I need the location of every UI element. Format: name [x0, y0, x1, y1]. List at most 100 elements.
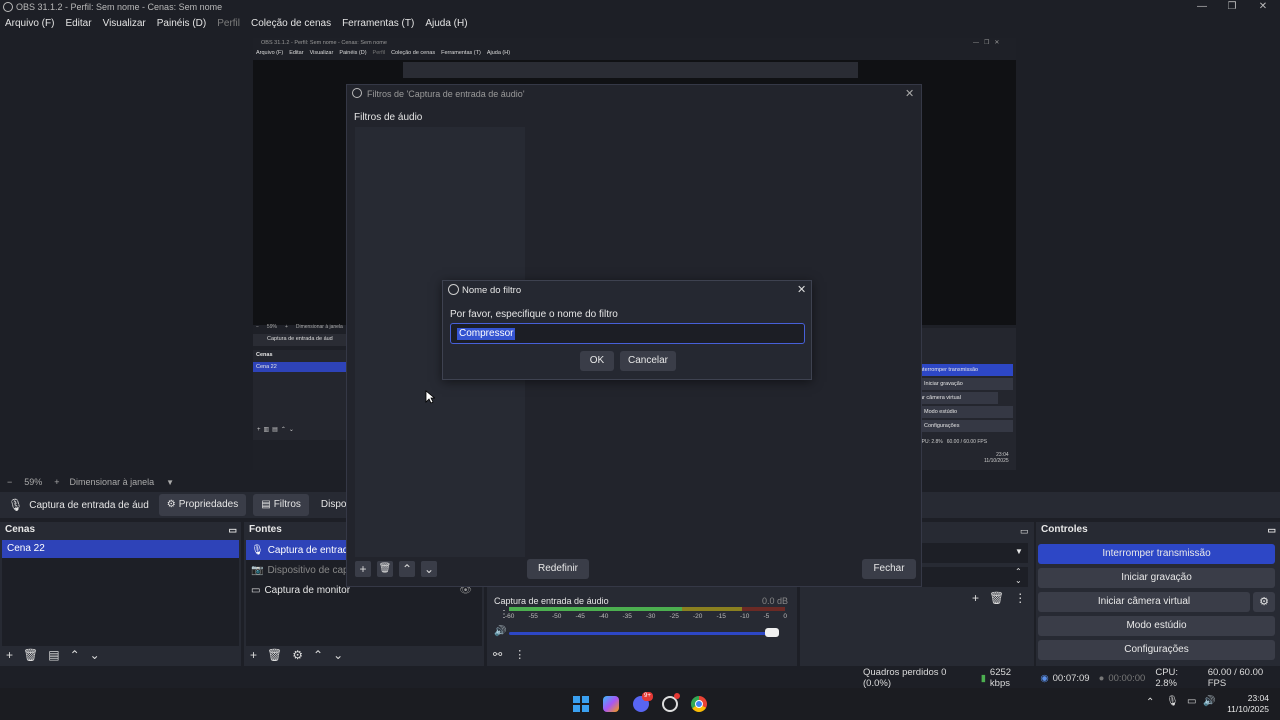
status-bar: Quadros perdidos 0 (0.0%) ▮ 6252 kbps ◉ … [0, 667, 1280, 689]
start-recording-button[interactable]: Iniciar gravação [1038, 568, 1275, 588]
settings-button[interactable]: Configurações [1038, 640, 1275, 660]
cpu-usage: CPU: 2.8% [1155, 667, 1179, 689]
zoom-out-button[interactable]: − [7, 477, 12, 487]
dock-float-icon[interactable]: ▭ [1267, 522, 1276, 538]
gear-icon[interactable]: ⚙ [292, 648, 303, 662]
filter-icon: ▤ [261, 499, 271, 510]
cancel-button[interactable]: Cancelar [620, 351, 676, 371]
spinner-icon: ⌃ ⌄ [1015, 567, 1022, 585]
transition-options-icon[interactable]: ⋮ [1014, 591, 1026, 605]
window-title: OBS 31.1.2 - Perfil: Sem nome - Cenas: S… [16, 2, 223, 12]
stop-stream-button[interactable]: Interromper transmissão [1038, 544, 1275, 564]
zoom-in-button[interactable]: + [54, 477, 59, 487]
move-down-icon[interactable]: ⌄ [90, 648, 100, 662]
monitor-icon: ▭ [251, 584, 261, 596]
move-down-icon[interactable]: ⌄ [333, 648, 343, 662]
minimize-icon[interactable]: — [1187, 0, 1217, 14]
scene-filter-icon[interactable]: ▤ [48, 648, 59, 662]
mixer-toolbar: ⚯ ⋮ [493, 648, 525, 661]
menu-docks[interactable]: Painéis (D) [157, 15, 206, 33]
advanced-audio-icon[interactable]: ⚯ [493, 648, 502, 661]
move-up-icon[interactable]: ⌃ [70, 648, 80, 662]
tick: -20 [693, 613, 703, 620]
nested-zoom: 59% [266, 324, 277, 330]
add-transition-icon[interactable]: + [972, 591, 979, 605]
zoom-value: 59% [24, 477, 43, 487]
delete-filter-icon[interactable]: 🗑 [377, 561, 393, 577]
dock-float-icon[interactable]: ▭ [1020, 526, 1029, 537]
menu-tools[interactable]: Ferramentas (T) [342, 15, 414, 33]
move-up-icon[interactable]: ⌃ [313, 648, 323, 662]
menu-scene-collection[interactable]: Coleção de cenas [251, 15, 331, 33]
copilot-icon[interactable] [603, 696, 619, 712]
menu-edit[interactable]: Editar [65, 15, 91, 33]
menu-file[interactable]: Arquivo (F) [5, 15, 54, 33]
transition-duration[interactable]: ⌃ ⌄ [920, 567, 1028, 587]
tick: -5 [763, 613, 770, 620]
nested-fps: 60.00 / 60.00 FPS [946, 439, 988, 445]
tray-volume-icon[interactable]: 🔊 [1203, 696, 1215, 707]
rec-time: 00:00:00 [1108, 672, 1146, 684]
zoom-mode[interactable]: Dimensionar à janela [70, 477, 155, 487]
nested-control-btn: ar câmera virtual [918, 392, 998, 404]
filter-name-input[interactable]: Compressor [450, 323, 805, 344]
audio-filters-label: Filtros de áudio [354, 112, 423, 123]
delete-source-icon[interactable]: 🗑 [267, 648, 282, 662]
start-virtual-cam-button[interactable]: Iniciar câmera virtual [1038, 592, 1250, 612]
notification-badge: 9+ [642, 692, 653, 701]
tray-chevron-icon[interactable]: ⌃ [1146, 697, 1154, 708]
nested-menu-item: Visualizar [309, 50, 334, 56]
nested-menu-item: Coleção de cenas [391, 50, 436, 56]
add-filter-icon[interactable]: + [355, 561, 371, 577]
speaker-icon[interactable]: 🔊 [494, 626, 506, 637]
filters-button[interactable]: ▤ Filtros [253, 494, 309, 516]
add-scene-icon[interactable]: + [6, 648, 13, 662]
nested-clock-date: 11/10/2025 [984, 458, 1009, 464]
close-button[interactable]: Fechar [862, 559, 916, 579]
move-filter-down-icon[interactable]: ⌄ [421, 561, 437, 577]
delete-scene-icon[interactable]: 🗑 [23, 648, 38, 662]
nested-zoom-mode: Dimensionar à janela [295, 324, 343, 330]
source-name: Captura de entrada de áud [29, 499, 149, 511]
tray-display-icon[interactable]: ▭ [1187, 696, 1196, 707]
ok-button[interactable]: OK [580, 351, 614, 371]
maximize-icon[interactable]: ❐ [1217, 0, 1247, 14]
nested-scene-tools-icon: +▥▤⌃⌄ [257, 427, 297, 433]
nested-menu: Arquivo (F) Editar Visualizar Painéis (D… [256, 50, 510, 56]
scenes-list: Cena 22 [2, 540, 239, 646]
taskbar-clock[interactable]: 23:04 11/10/2025 [1224, 693, 1269, 715]
reset-button[interactable]: Redefinir [527, 559, 589, 579]
nested-scene-item: Cena 22 [253, 362, 348, 372]
windows-start-icon[interactable] [573, 696, 589, 712]
nested-menu-item: Ferramentas (T) [441, 50, 481, 56]
volume-slider-thumb[interactable] [765, 628, 779, 637]
microphone-icon: 🎙 [251, 544, 264, 556]
studio-mode-button[interactable]: Modo estúdio [1038, 616, 1275, 636]
title-bar: OBS 31.1.2 - Perfil: Sem nome - Cenas: S… [0, 0, 1280, 15]
dock-float-icon[interactable]: ▭ [228, 522, 237, 538]
live-dot [674, 693, 680, 699]
tick: -15 [716, 613, 726, 620]
close-icon[interactable]: ✕ [1248, 0, 1278, 14]
controls-title: Controles [1041, 524, 1088, 535]
properties-button[interactable]: ⚙ Propriedades [158, 494, 247, 516]
zoom-dropdown-icon[interactable]: ▼ [166, 478, 174, 487]
mixer-options-icon[interactable]: ⋮ [514, 648, 525, 661]
nested-scenes-header: Cenas [256, 352, 273, 358]
virtual-cam-settings-icon[interactable]: ⚙ [1253, 592, 1275, 612]
close-icon[interactable]: ✕ [905, 87, 914, 100]
nested-nested-window [403, 62, 858, 78]
menu-profile[interactable]: Perfil [217, 15, 240, 33]
move-filter-up-icon[interactable]: ⌃ [399, 561, 415, 577]
add-source-icon[interactable]: + [250, 648, 257, 662]
transition-select[interactable]: ▼ [920, 543, 1028, 563]
bitrate: 6252 kbps [989, 667, 1012, 689]
scene-item[interactable]: Cena 22 [2, 540, 239, 558]
close-icon[interactable]: ✕ [797, 283, 806, 296]
volume-slider[interactable] [509, 632, 779, 635]
tray-microphone-icon[interactable]: 🎙 [1166, 696, 1179, 707]
delete-transition-icon[interactable]: 🗑 [989, 591, 1004, 605]
menu-help[interactable]: Ajuda (H) [425, 15, 467, 33]
filter-name-value: Compressor [457, 328, 516, 340]
menu-view[interactable]: Visualizar [103, 15, 146, 33]
